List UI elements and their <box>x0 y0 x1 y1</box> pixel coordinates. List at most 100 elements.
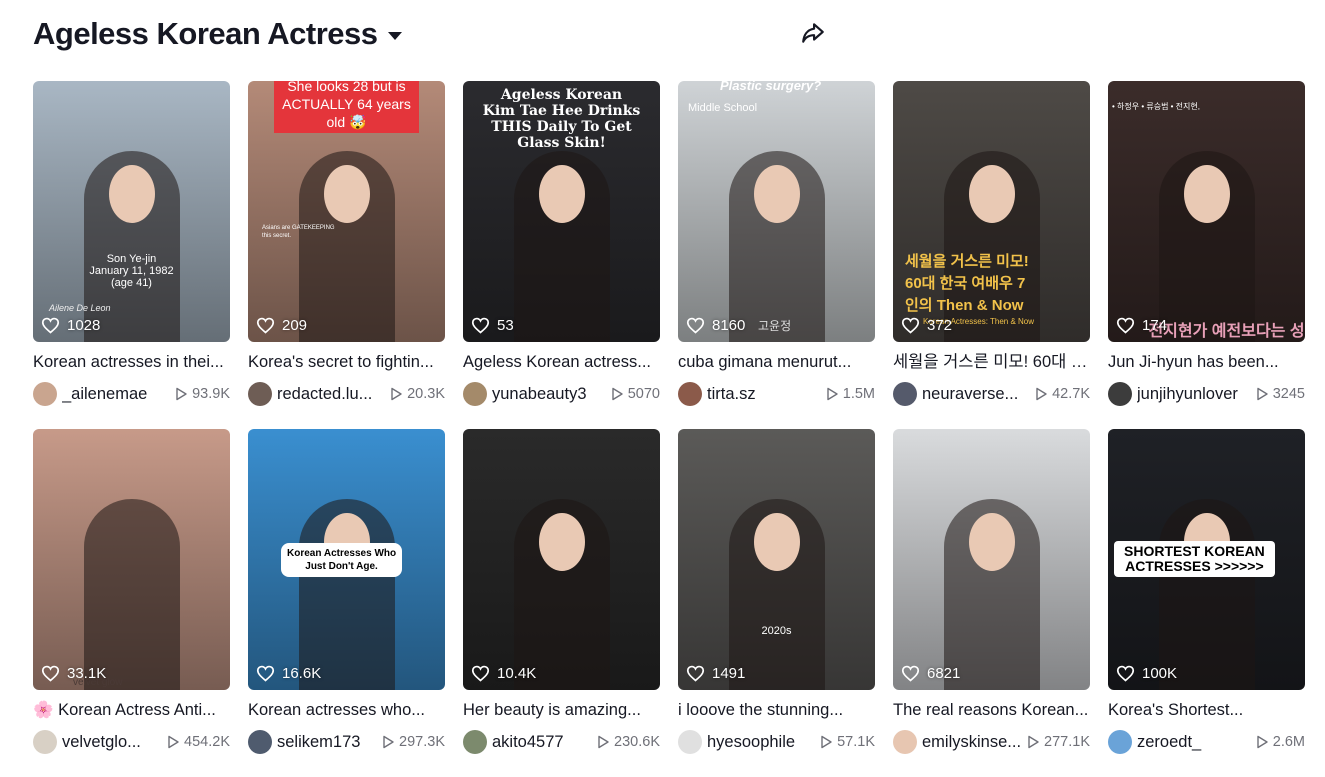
video-card[interactable]: SHORTEST KOREAN ACTRESSES >>>>>> 100K Ko… <box>1108 429 1305 777</box>
video-card[interactable]: Ageless Korean Kim Tae Hee Drinks THIS D… <box>463 81 660 429</box>
video-thumbnail[interactable]: Ageless Korean Kim Tae Hee Drinks THIS D… <box>463 81 660 342</box>
like-count: 10.4K <box>471 665 536 682</box>
avatar[interactable] <box>463 730 487 754</box>
like-count: 6821 <box>901 665 960 682</box>
play-count: 57.1K <box>820 734 875 750</box>
avatar[interactable] <box>248 730 272 754</box>
username[interactable]: hyesoophile <box>707 733 814 752</box>
like-count: 372 <box>901 317 952 334</box>
thumbnail-text-overlay: She looks 28 but is ACTUALLY 64 years ol… <box>274 81 419 133</box>
avatar[interactable] <box>33 382 57 406</box>
video-caption[interactable]: 🌸 Korean Actress Anti... <box>33 699 230 721</box>
video-thumbnail[interactable]: She looks 28 but is ACTUALLY 64 years ol… <box>248 81 445 342</box>
video-card[interactable]: velvet glow 33.1K 🌸 Korean Actress Anti.… <box>33 429 230 777</box>
video-thumbnail[interactable]: velvet glow 33.1K <box>33 429 230 690</box>
video-caption[interactable]: Korea's secret to fightin... <box>248 351 445 373</box>
play-triangle-icon <box>176 387 187 401</box>
like-count: 100K <box>1116 665 1177 682</box>
video-thumbnail[interactable]: 10.4K <box>463 429 660 690</box>
video-caption[interactable]: The real reasons Korean... <box>893 699 1090 721</box>
share-arrow-icon[interactable] <box>800 20 826 46</box>
play-triangle-icon <box>1036 387 1047 401</box>
video-meta: velvetglo... 454.2K <box>33 730 230 754</box>
avatar[interactable] <box>1108 382 1132 406</box>
thumbnail-text-overlay: SHORTEST KOREAN ACTRESSES >>>>>> <box>1114 541 1275 577</box>
username[interactable]: redacted.lu... <box>277 385 384 404</box>
video-caption[interactable]: cuba gimana menurut... <box>678 351 875 373</box>
heart-outline-icon <box>256 665 275 682</box>
avatar[interactable] <box>678 382 702 406</box>
person-silhouette <box>513 499 610 690</box>
video-caption[interactable]: Her beauty is amazing... <box>463 699 660 721</box>
video-card[interactable]: • 하정우 • 류승범 • 전지현, 전지현가 예전보다는 성숙 174 Jun … <box>1108 81 1305 429</box>
like-count: 1491 <box>686 665 745 682</box>
username[interactable]: yunabeauty3 <box>492 385 605 404</box>
username[interactable]: emilyskinse... <box>922 733 1021 752</box>
video-meta: redacted.lu... 20.3K <box>248 382 445 406</box>
video-thumbnail[interactable]: Plastic surgery? Middle School 고윤정 8160 <box>678 81 875 342</box>
play-count: 1.5M <box>826 386 875 402</box>
username[interactable]: akito4577 <box>492 733 591 752</box>
person-silhouette <box>298 151 395 342</box>
username[interactable]: neuraverse... <box>922 385 1029 404</box>
video-caption[interactable]: Korean actresses in thei... <box>33 351 230 373</box>
video-caption[interactable]: Korea's Shortest... <box>1108 699 1305 721</box>
play-triangle-icon <box>1028 735 1039 749</box>
video-meta: junjihyunlover 3245 <box>1108 382 1305 406</box>
play-triangle-icon <box>1257 735 1268 749</box>
video-caption[interactable]: 세월을 거스른 미모! 60대 한... <box>893 351 1090 373</box>
video-thumbnail[interactable]: 2020s 1491 <box>678 429 875 690</box>
heart-outline-icon <box>41 665 60 682</box>
video-card[interactable]: 2020s 1491 i looove the stunning... hyes… <box>678 429 875 777</box>
face-shape <box>108 165 155 223</box>
video-card[interactable]: Plastic surgery? Middle School 고윤정 8160 cu… <box>678 81 875 429</box>
video-card[interactable]: 10.4K Her beauty is amazing... akito4577… <box>463 429 660 777</box>
avatar[interactable] <box>248 382 272 406</box>
video-thumbnail[interactable]: 6821 <box>893 429 1090 690</box>
avatar[interactable] <box>893 382 917 406</box>
thumbnail-text-overlay: Ageless Korean Kim Tae Hee Drinks THIS D… <box>482 87 641 151</box>
face-shape <box>1183 165 1230 223</box>
person-silhouette <box>728 499 825 690</box>
username[interactable]: junjihyunlover <box>1137 385 1250 404</box>
like-count: 33.1K <box>41 665 106 682</box>
video-thumbnail[interactable]: 세월을 거스른 미모! 60대 한국 여배우 7 인의 Then & Now Ko… <box>893 81 1090 342</box>
video-thumbnail[interactable]: SHORTEST KOREAN ACTRESSES >>>>>> 100K <box>1108 429 1305 690</box>
play-count: 230.6K <box>597 734 660 750</box>
play-count: 277.1K <box>1027 734 1090 750</box>
video-grid: Son Ye-jin January 11, 1982 (age 41) Aile… <box>33 81 1305 777</box>
video-thumbnail[interactable]: • 하정우 • 류승범 • 전지현, 전지현가 예전보다는 성숙 174 <box>1108 81 1305 342</box>
like-count: 8160 <box>686 317 745 334</box>
avatar[interactable] <box>678 730 702 754</box>
username[interactable]: selikem173 <box>277 733 376 752</box>
video-card[interactable]: 6821 The real reasons Korean... emilyski… <box>893 429 1090 777</box>
thumbnail-text-overlay: 2020s <box>761 625 792 637</box>
video-card[interactable]: Korean Actresses Who Just Don't Age. 16.… <box>248 429 445 777</box>
heart-outline-icon <box>686 665 705 682</box>
video-card[interactable]: Son Ye-jin January 11, 1982 (age 41) Aile… <box>33 81 230 429</box>
caret-down-icon[interactable] <box>387 32 402 40</box>
video-caption[interactable]: Ageless Korean actress... <box>463 351 660 373</box>
avatar[interactable] <box>893 730 917 754</box>
video-caption[interactable]: i looove the stunning... <box>678 699 875 721</box>
play-count: 3245 <box>1256 386 1305 402</box>
collection-title: Ageless Korean Actress <box>33 16 378 51</box>
person-silhouette <box>83 499 180 690</box>
thumbnail-text-overlay: 고윤정 <box>758 319 792 333</box>
video-card[interactable]: She looks 28 but is ACTUALLY 64 years ol… <box>248 81 445 429</box>
video-thumbnail[interactable]: Son Ye-jin January 11, 1982 (age 41) Aile… <box>33 81 230 342</box>
avatar[interactable] <box>33 730 57 754</box>
username[interactable]: tirta.sz <box>707 385 820 404</box>
video-caption[interactable]: Jun Ji-hyun has been... <box>1108 351 1305 373</box>
avatar[interactable] <box>1108 730 1132 754</box>
username[interactable]: velvetglo... <box>62 733 161 752</box>
username[interactable]: zeroedt_ <box>1137 733 1250 752</box>
heart-outline-icon <box>471 665 490 682</box>
username[interactable]: _ailenemae <box>62 385 169 404</box>
video-card[interactable]: 세월을 거스른 미모! 60대 한국 여배우 7 인의 Then & Now Ko… <box>893 81 1090 429</box>
avatar[interactable] <box>463 382 487 406</box>
video-caption[interactable]: Korean actresses who... <box>248 699 445 721</box>
thumbnail-text-overlay: Ailene De Leon <box>49 303 111 313</box>
video-thumbnail[interactable]: Korean Actresses Who Just Don't Age. 16.… <box>248 429 445 690</box>
play-triangle-icon <box>168 735 179 749</box>
